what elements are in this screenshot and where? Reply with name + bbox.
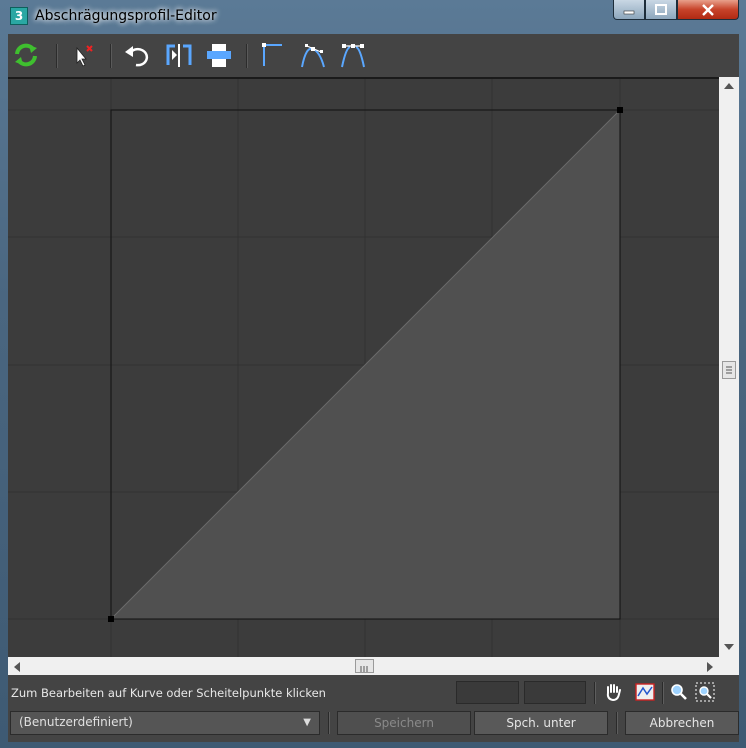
preset-value: (Benutzerdefiniert) [19,715,133,729]
vertex-end [617,107,623,113]
save-as-button[interactable]: Spch. unter [474,711,608,735]
toolbar [8,34,739,76]
dialog-window: 3 Abschrägungsprofil-Editor Zum Bearbeit… [0,0,746,748]
scroll-down-icon[interactable] [724,643,734,651]
minimize-button[interactable] [613,0,645,20]
print-icon [207,44,231,67]
bezier-smooth-icon [301,44,325,68]
zoom-region-button[interactable] [694,682,716,702]
bezier-corner-button[interactable] [338,40,368,70]
toolbar-separator [246,44,248,68]
horizontal-scrollbar[interactable] [8,657,719,675]
vertex-start [108,616,114,622]
corner-point-icon [262,43,282,66]
mirror-button[interactable] [164,40,194,70]
maximize-icon [655,3,667,15]
minimize-icon [623,10,635,14]
zoom-region-icon [695,682,715,702]
zoom-icon [671,684,687,700]
toolbar-separator [594,682,596,704]
scroll-left-icon[interactable] [13,662,21,672]
toolbar-separator [56,44,58,68]
grip-icon [360,666,368,672]
editor-client-area: Zum Bearbeiten auf Kurve oder Scheitelpu… [8,34,739,742]
window-title: Abschrägungsprofil-Editor [35,8,217,24]
toolbar-separator [328,712,330,734]
vertical-scrollbar[interactable] [719,77,739,657]
pan-hand-icon [606,684,621,702]
zoom-extents-button[interactable] [634,682,656,702]
profile-graph [8,79,719,657]
corner-point-button[interactable] [258,40,288,70]
mirror-icon [166,44,192,67]
scroll-right-icon[interactable] [706,662,714,672]
profile-canvas[interactable] [8,77,719,657]
refresh-button[interactable] [11,40,41,70]
delete-point-button[interactable] [68,40,98,70]
save-button[interactable]: Speichern [337,711,471,735]
delete-point-icon [76,45,93,67]
coordinate-x-field[interactable] [456,681,519,704]
title-bar[interactable]: 3 Abschrägungsprofil-Editor [0,0,746,34]
vertical-scroll-thumb[interactable] [722,361,736,379]
zoom-extents-icon [635,683,655,701]
scrollbar-corner [719,657,739,675]
app-icon: 3 [10,7,28,25]
preset-dropdown[interactable]: (Benutzerdefiniert) ▼ [10,711,320,735]
cancel-button[interactable]: Abbrechen [625,711,739,735]
close-icon [702,3,714,16]
toolbar-separator [616,712,618,734]
status-message: Zum Bearbeiten auf Kurve oder Scheitelpu… [11,686,326,700]
print-button[interactable] [204,40,234,70]
horizontal-scroll-thumb[interactable] [355,659,374,673]
toolbar-separator [662,682,664,704]
undo-button[interactable] [122,40,152,70]
scroll-up-icon[interactable] [724,82,734,90]
grip-icon [726,366,732,374]
pan-button[interactable] [602,682,624,702]
bezier-corner-icon [341,44,365,68]
zoom-button[interactable] [668,682,690,702]
chevron-down-icon: ▼ [303,717,311,728]
refresh-icon [15,43,37,67]
close-button[interactable] [677,0,739,20]
bezier-smooth-button[interactable] [298,40,328,70]
coordinate-y-field[interactable] [524,681,586,704]
toolbar-separator [110,44,112,68]
maximize-button[interactable] [645,0,677,20]
undo-icon [125,46,149,67]
